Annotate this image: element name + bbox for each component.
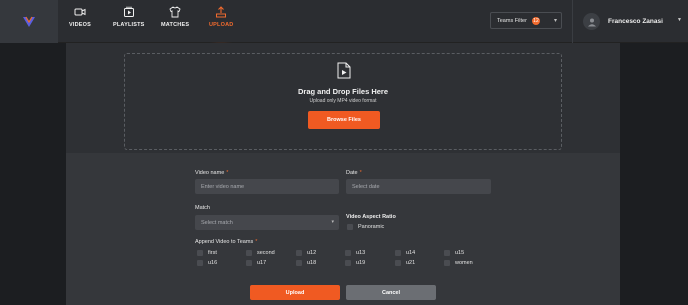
checkbox-box: [345, 260, 351, 266]
team-label: u18: [307, 260, 317, 266]
video-file-icon: [337, 62, 351, 79]
teams-filter-label: Teams Filter: [497, 17, 527, 24]
video-details-form: Video name * Enter video name Date * Selec…: [66, 153, 620, 305]
date-label-text: Date: [346, 170, 358, 176]
checkbox-box: [246, 260, 252, 266]
team-checkbox-u19[interactable]: u19: [345, 260, 365, 266]
team-checkbox-women[interactable]: women: [444, 260, 473, 266]
video-name-label-text: Video name: [195, 170, 225, 176]
nav-videos[interactable]: VIDEOS: [69, 6, 91, 40]
team-label: u13: [356, 250, 366, 256]
upload-button[interactable]: Upload: [250, 285, 340, 300]
upload-panel: Drag and Drop Files Here Upload only MP4…: [66, 43, 620, 305]
video-name-label: Video name *: [195, 170, 228, 176]
aspect-ratio-title: Video Aspect Ratio: [346, 214, 396, 220]
nav-playlists-label: PLAYLISTS: [113, 22, 145, 28]
panoramic-label: Panoramic: [358, 224, 385, 230]
required-marker: *: [359, 170, 362, 176]
team-checkbox-u17[interactable]: u17: [246, 260, 266, 266]
required-marker: *: [255, 239, 258, 245]
date-input[interactable]: Select date: [346, 179, 491, 194]
team-label: u17: [257, 260, 267, 266]
dropzone-title: Drag and Drop Files Here: [297, 87, 389, 96]
top-navigation-bar: VIDEOS PLAYLISTS MATCHES UPLOAD Teams Fi…: [0, 0, 688, 46]
team-checkbox-u18[interactable]: u18: [296, 260, 316, 266]
nav-upload[interactable]: UPLOAD: [201, 6, 242, 46]
file-dropzone[interactable]: Drag and Drop Files Here Upload only MP4…: [124, 53, 562, 150]
nav-matches-label: MATCHES: [161, 22, 190, 28]
team-label: u15: [455, 250, 465, 256]
checkbox-box: [345, 250, 351, 256]
team-label: u19: [356, 260, 366, 266]
team-checkbox-u12[interactable]: u12: [296, 250, 316, 256]
checkbox-box: [296, 260, 302, 266]
jersey-icon: [169, 6, 181, 18]
team-checkbox-u14[interactable]: u14: [395, 250, 415, 256]
nav-upload-label: UPLOAD: [209, 22, 234, 28]
upload-icon: [216, 6, 227, 18]
checkbox-box: [444, 260, 450, 266]
video-camera-icon: [74, 8, 86, 16]
team-label: u12: [307, 250, 317, 256]
checkbox-box: [444, 250, 450, 256]
user-icon: [587, 18, 596, 26]
team-label: women: [455, 260, 473, 266]
chevron-down-icon: ▼: [677, 17, 682, 23]
match-label: Match: [195, 205, 210, 211]
chevron-down-icon: ▾: [331, 219, 334, 225]
checkbox-box: [395, 260, 401, 266]
date-label: Date *: [346, 170, 362, 176]
required-marker: *: [226, 170, 229, 176]
user-name: Francesco Zanasi: [608, 18, 663, 25]
team-label: second: [257, 250, 275, 256]
team-label: u14: [406, 250, 416, 256]
match-select-value: Select match: [201, 219, 233, 226]
avatar: [583, 13, 600, 30]
checkbox-box: [296, 250, 302, 256]
nav-matches[interactable]: MATCHES: [161, 6, 189, 40]
team-checkbox-u13[interactable]: u13: [345, 250, 365, 256]
team-label: u16: [208, 260, 218, 266]
right-gutter: [620, 43, 688, 305]
team-label: u21: [406, 260, 416, 266]
browse-files-button[interactable]: Browse Files: [308, 111, 380, 129]
teams-filter-count-badge: 12: [531, 16, 540, 25]
panoramic-checkbox[interactable]: Panoramic: [347, 224, 384, 230]
team-checkbox-second[interactable]: second: [246, 250, 275, 256]
nav-videos-label: VIDEOS: [69, 22, 91, 28]
logo-icon: [23, 16, 35, 27]
team-checkbox-u15[interactable]: u15: [444, 250, 464, 256]
team-checkbox-u21[interactable]: u21: [395, 260, 415, 266]
chevron-down-icon: ▾: [553, 18, 557, 24]
checkbox-box: [197, 260, 203, 266]
teams-label: Append Video to Teams *: [195, 239, 257, 245]
user-menu[interactable]: Francesco Zanasi ▼: [572, 0, 688, 43]
checkbox-box: [246, 250, 252, 256]
checkbox-box: [197, 250, 203, 256]
teams-filter-select[interactable]: Teams Filter 12 ▾: [490, 12, 562, 29]
dropzone-subtitle: Upload only MP4 video format: [309, 98, 377, 104]
team-checkbox-first[interactable]: first: [197, 250, 217, 256]
playlist-icon: [123, 6, 134, 17]
video-name-input[interactable]: Enter video name: [195, 179, 339, 194]
team-checkbox-u16[interactable]: u16: [197, 260, 217, 266]
match-select[interactable]: Select match ▾: [195, 215, 339, 230]
app-logo[interactable]: [0, 0, 58, 43]
checkbox-box: [395, 250, 401, 256]
checkbox-box: [347, 224, 353, 230]
teams-label-text: Append Video to Teams: [195, 239, 254, 245]
nav-playlists[interactable]: PLAYLISTS: [113, 6, 145, 40]
team-label: first: [208, 250, 217, 256]
left-gutter: [0, 43, 66, 305]
cancel-button[interactable]: Cancel: [346, 285, 436, 300]
